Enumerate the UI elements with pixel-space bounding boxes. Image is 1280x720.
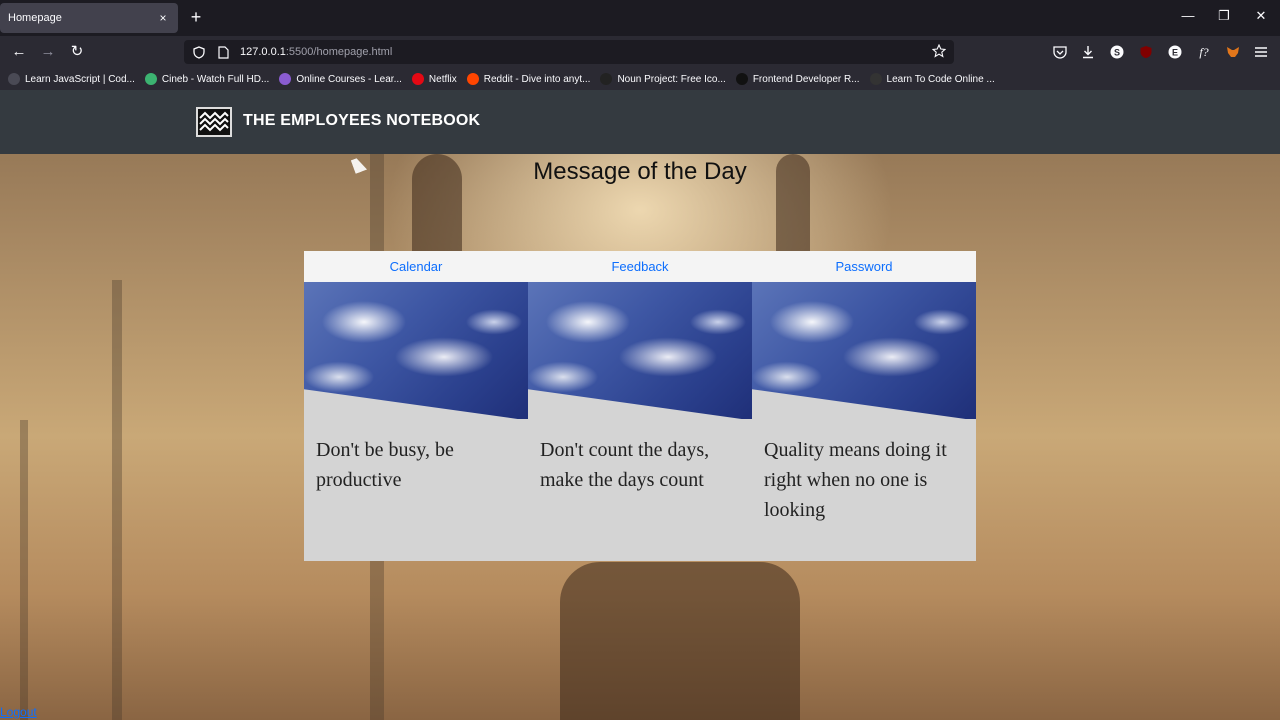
page-viewport: THE EMPLOYEES NOTEBOOK Message of the Da… — [0, 90, 1280, 720]
reload-icon[interactable]: ↻ — [66, 42, 88, 62]
pocket-icon[interactable] — [1052, 44, 1068, 60]
card-quote: Don't count the days, make the days coun… — [540, 439, 710, 491]
tab-close-icon[interactable]: × — [156, 11, 170, 25]
bookmark-favicon-icon — [466, 73, 479, 85]
sky-image — [528, 282, 752, 419]
extension-e-icon[interactable]: E — [1167, 44, 1183, 60]
sky-image — [752, 282, 976, 419]
sky-image — [304, 282, 528, 419]
feedback-link[interactable]: Feedback — [611, 259, 668, 274]
restore-icon[interactable]: ❐ — [1214, 8, 1234, 24]
password-link[interactable]: Password — [835, 259, 892, 274]
bookmark-item[interactable]: Netflix — [411, 73, 457, 85]
bookmark-favicon-icon — [869, 73, 882, 85]
bookmark-favicon-icon — [411, 73, 424, 85]
background-figure — [560, 562, 800, 720]
address-bar[interactable]: 127.0.0.1:5500/homepage.html — [184, 40, 954, 64]
card-feedback: Feedback Don't count the days, make the … — [528, 251, 752, 561]
card-group: Calendar Don't be busy, be productive Fe… — [304, 251, 976, 561]
bookmark-item[interactable]: Noun Project: Free Ico... — [600, 73, 726, 85]
brand-title[interactable]: THE EMPLOYEES NOTEBOOK — [243, 112, 480, 130]
bookmark-label: Learn To Code Online ... — [886, 73, 995, 85]
bookmark-item[interactable]: Learn JavaScript | Cod... — [8, 73, 135, 85]
metamask-icon[interactable] — [1225, 44, 1241, 60]
card-quote: Quality means doing it right when no one… — [764, 439, 947, 521]
site-header: THE EMPLOYEES NOTEBOOK — [0, 90, 1280, 154]
forward-icon[interactable]: → — [37, 42, 59, 62]
card-header: Calendar — [304, 251, 528, 282]
bookmark-label: Reddit - Dive into anyt... — [483, 73, 591, 85]
card-calendar: Calendar Don't be busy, be productive — [304, 251, 528, 561]
back-icon[interactable]: ← — [8, 42, 30, 62]
minimize-icon[interactable]: — — [1178, 8, 1198, 23]
bookmark-label: Cineb - Watch Full HD... — [161, 73, 270, 85]
bookmark-favicon-icon — [8, 73, 20, 85]
ublock-icon[interactable] — [1138, 44, 1154, 60]
calendar-link[interactable]: Calendar — [390, 259, 443, 274]
extension-s-icon[interactable]: S — [1109, 44, 1125, 60]
bookmarks-bar: Learn JavaScript | Cod... Cineb - Watch F… — [0, 68, 1280, 90]
window-close-icon[interactable]: ✕ — [1251, 8, 1271, 24]
shield-icon[interactable] — [192, 45, 206, 59]
bookmark-item[interactable]: Frontend Developer R... — [735, 73, 860, 85]
background-pole — [20, 420, 28, 720]
new-tab-button[interactable]: + — [186, 8, 206, 26]
page-icon[interactable] — [216, 45, 230, 59]
bookmark-favicon-icon — [279, 73, 292, 85]
bookmark-label: Netflix — [428, 73, 457, 85]
bookmark-favicon-icon — [600, 73, 613, 85]
bookmark-item[interactable]: Online Courses - Lear... — [279, 73, 402, 85]
browser-tab-strip: Homepage × + — ❐ ✕ — [0, 0, 1280, 36]
bookmark-label: Frontend Developer R... — [752, 73, 860, 85]
page-title: Message of the Day — [533, 158, 747, 185]
bookmark-favicon-icon — [735, 73, 748, 85]
bookmark-item[interactable]: Cineb - Watch Full HD... — [144, 73, 270, 85]
bookmark-favicon-icon — [144, 73, 157, 85]
card-header: Feedback — [528, 251, 752, 282]
svg-text:S: S — [1114, 48, 1120, 58]
browser-toolbar: ← → ↻ 127.0.0.1:5500/homepage.html S E f… — [0, 36, 1280, 68]
card-quote: Don't be busy, be productive — [316, 439, 454, 491]
svg-text:E: E — [1172, 48, 1178, 58]
card-header: Password — [752, 251, 976, 282]
bookmark-label: Noun Project: Free Ico... — [617, 73, 726, 85]
bookmark-label: Learn JavaScript | Cod... — [25, 73, 135, 85]
tab-title: Homepage — [8, 12, 62, 24]
menu-icon[interactable] — [1253, 44, 1269, 60]
card-password: Password Quality means doing it right wh… — [752, 251, 976, 561]
logo-icon[interactable] — [196, 107, 232, 137]
url-path: :5500/homepage.html — [285, 46, 393, 58]
bookmark-item[interactable]: Learn To Code Online ... — [869, 73, 995, 85]
bookmark-label: Online Courses - Lear... — [296, 73, 402, 85]
background-pole — [112, 280, 122, 720]
browser-tab[interactable]: Homepage × — [0, 3, 178, 33]
bookmark-star-icon[interactable] — [931, 43, 947, 63]
download-icon[interactable] — [1080, 44, 1096, 60]
logout-link[interactable]: Logout — [0, 705, 37, 719]
url-host: 127.0.0.1 — [240, 46, 286, 58]
svg-text:f?: f? — [1199, 45, 1208, 59]
bookmark-item[interactable]: Reddit - Dive into anyt... — [466, 73, 591, 85]
function-icon[interactable]: f? — [1196, 44, 1212, 60]
